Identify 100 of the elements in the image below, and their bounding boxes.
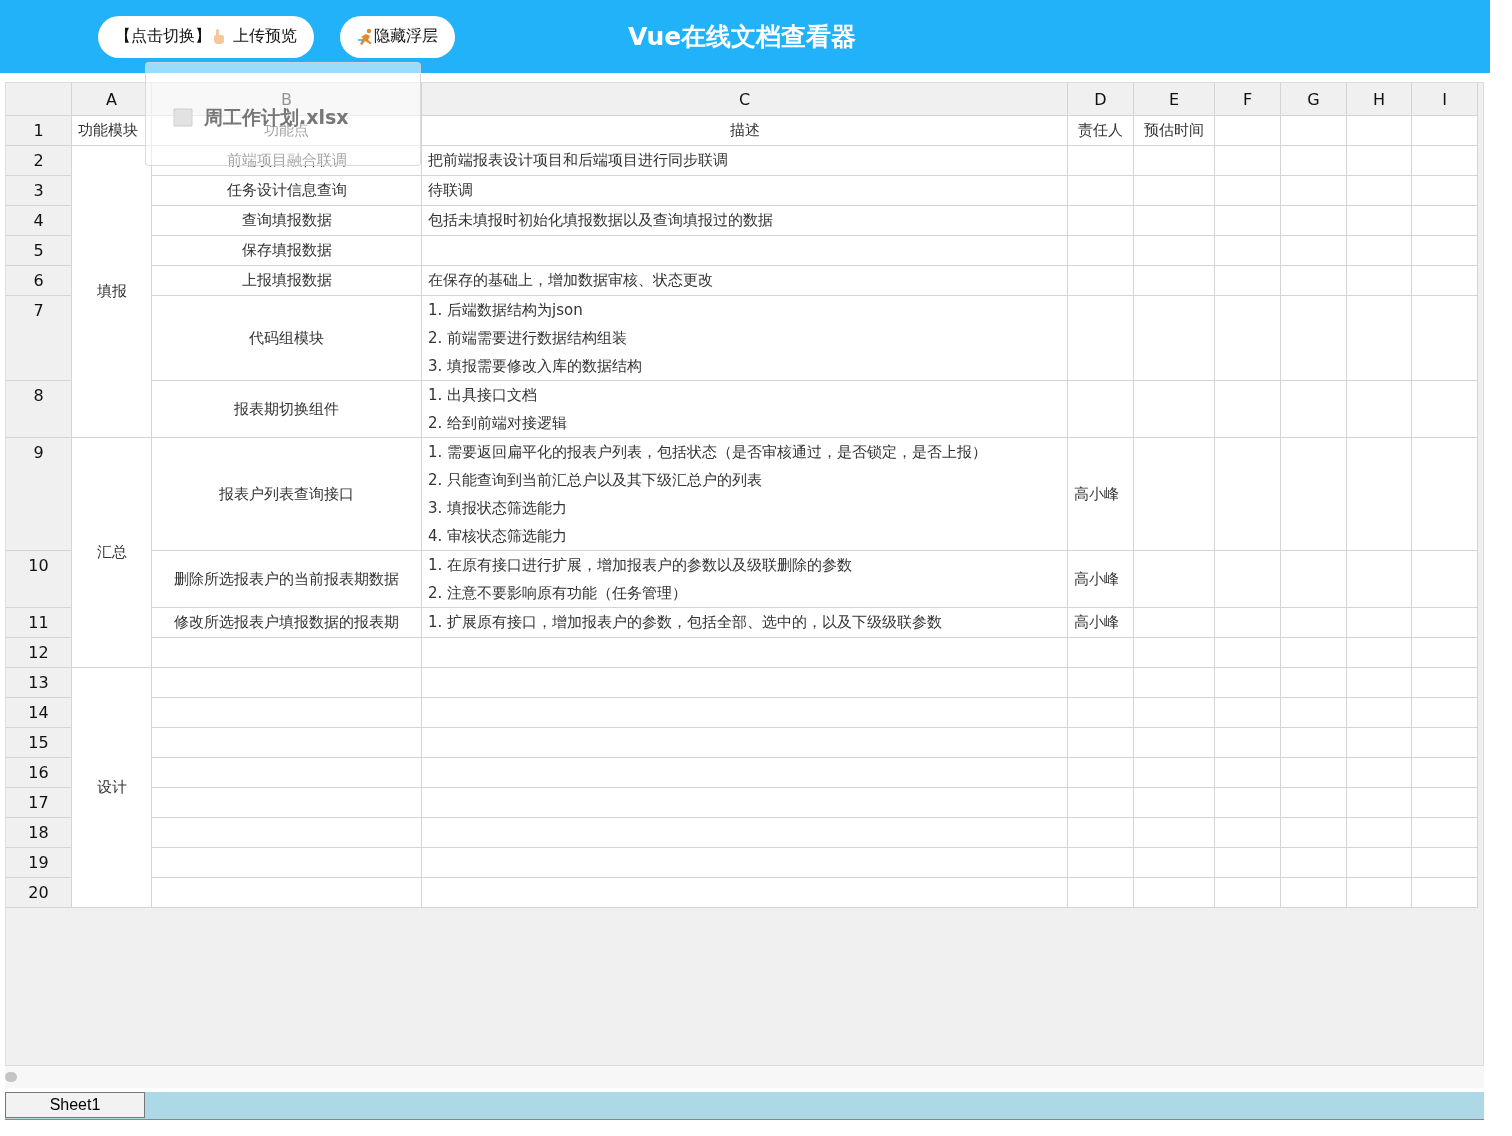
row-header[interactable]: 16	[6, 758, 72, 788]
table-cell	[1281, 668, 1347, 698]
table-cell	[1412, 818, 1478, 848]
table-cell	[1281, 608, 1347, 638]
table-cell	[1068, 236, 1134, 266]
column-header[interactable]: C	[422, 83, 1068, 116]
row-header[interactable]: 18	[6, 818, 72, 848]
table-cell	[1412, 728, 1478, 758]
table-cell	[1281, 381, 1347, 438]
table-cell	[1347, 146, 1412, 176]
table-cell	[1281, 788, 1347, 818]
table-cell	[1347, 668, 1412, 698]
table-cell	[1068, 758, 1134, 788]
table-cell	[1215, 818, 1281, 848]
table-cell	[1215, 551, 1281, 608]
row-header[interactable]: 2	[6, 146, 72, 176]
row-header[interactable]: 3	[6, 176, 72, 206]
column-header[interactable]: A	[72, 83, 152, 116]
table-cell	[1347, 381, 1412, 438]
row-header[interactable]: 20	[6, 878, 72, 908]
table-cell	[1068, 878, 1134, 908]
table-cell	[1412, 206, 1478, 236]
table-cell	[1347, 758, 1412, 788]
table-cell: 汇总	[72, 438, 152, 668]
table-cell	[1412, 266, 1478, 296]
table-cell: 任务设计信息查询	[152, 176, 422, 206]
table-cell	[1347, 236, 1412, 266]
row-header[interactable]: 5	[6, 236, 72, 266]
table-cell: 删除所选报表户的当前报表期数据	[152, 551, 422, 608]
row-header[interactable]: 4	[6, 206, 72, 236]
row-header[interactable]: 11	[6, 608, 72, 638]
table-cell: 查询填报数据	[152, 206, 422, 236]
sheet-tab[interactable]: Sheet1	[5, 1092, 145, 1118]
row-header[interactable]: 10	[6, 551, 72, 608]
toolbar-button[interactable]: 隐藏浮层	[340, 15, 455, 58]
table-cell	[1215, 176, 1281, 206]
table-cell	[1412, 116, 1478, 146]
table-cell: 高小峰	[1068, 608, 1134, 638]
table-cell	[1281, 206, 1347, 236]
table-cell: 1. 后端数据结构为json 2. 前端需要进行数据结构组装 3. 填报需要修改入库的数据结构	[422, 296, 1068, 381]
table-cell	[1347, 698, 1412, 728]
column-header[interactable]: D	[1068, 83, 1134, 116]
row-header[interactable]: 19	[6, 848, 72, 878]
app-title: Vue在线文档查看器	[628, 21, 857, 53]
table-cell: 责任人	[1068, 116, 1134, 146]
table-cell	[1347, 788, 1412, 818]
pointing-hand-icon	[211, 28, 227, 45]
table-cell	[1068, 818, 1134, 848]
row-header[interactable]: 9	[6, 438, 72, 551]
table-cell: 预估时间	[1134, 116, 1215, 146]
table-cell	[1215, 116, 1281, 146]
row-header[interactable]: 15	[6, 728, 72, 758]
table-cell	[1068, 176, 1134, 206]
table-cell: 在保存的基础上，增加数据审核、状态更改	[422, 266, 1068, 296]
table-cell: 报表期切换组件	[152, 381, 422, 438]
column-header[interactable]: E	[1134, 83, 1215, 116]
toolbar-button[interactable]: 【点击切换】 上传预览	[98, 15, 314, 58]
table-cell	[1068, 381, 1134, 438]
table-cell: 包括未填报时初始化填报数据以及查询填报过的数据	[422, 206, 1068, 236]
row-header[interactable]: 1	[6, 116, 72, 146]
table-cell: 待联调	[422, 176, 1068, 206]
table-cell	[1215, 728, 1281, 758]
table-cell: 保存填报数据	[152, 236, 422, 266]
row-header[interactable]: 12	[6, 638, 72, 668]
table-cell	[1068, 728, 1134, 758]
table-cell	[1215, 266, 1281, 296]
row-header[interactable]: 13	[6, 668, 72, 698]
column-header[interactable]: G	[1281, 83, 1347, 116]
table-cell	[1281, 638, 1347, 668]
table-cell	[1215, 788, 1281, 818]
table-cell	[1215, 146, 1281, 176]
table-cell: 描述	[422, 116, 1068, 146]
table-cell	[1215, 638, 1281, 668]
table-cell: 把前端报表设计项目和后端项目进行同步联调	[422, 146, 1068, 176]
table-cell	[1215, 668, 1281, 698]
table-cell	[1412, 698, 1478, 728]
row-header[interactable]: 17	[6, 788, 72, 818]
row-header[interactable]: 14	[6, 698, 72, 728]
table-cell	[1215, 206, 1281, 236]
row-header[interactable]: 6	[6, 266, 72, 296]
table-cell	[1215, 698, 1281, 728]
column-header[interactable]: I	[1412, 83, 1478, 116]
column-header[interactable]: F	[1215, 83, 1281, 116]
table-cell	[1281, 266, 1347, 296]
table-cell	[1281, 236, 1347, 266]
scrollbar-thumb[interactable]	[5, 1072, 17, 1082]
table-cell	[1347, 116, 1412, 146]
table-cell: 报表户列表查询接口	[152, 438, 422, 551]
table-cell	[1215, 758, 1281, 788]
row-header[interactable]: 8	[6, 381, 72, 438]
table-cell	[1281, 116, 1347, 146]
table-cell	[1412, 788, 1478, 818]
table-cell: 上报填报数据	[152, 266, 422, 296]
table-cell	[1281, 176, 1347, 206]
row-header[interactable]: 7	[6, 296, 72, 381]
table-cell	[1412, 551, 1478, 608]
runner-icon	[357, 27, 374, 46]
table-cell	[1281, 728, 1347, 758]
table-cell	[1347, 608, 1412, 638]
column-header[interactable]: H	[1347, 83, 1412, 116]
